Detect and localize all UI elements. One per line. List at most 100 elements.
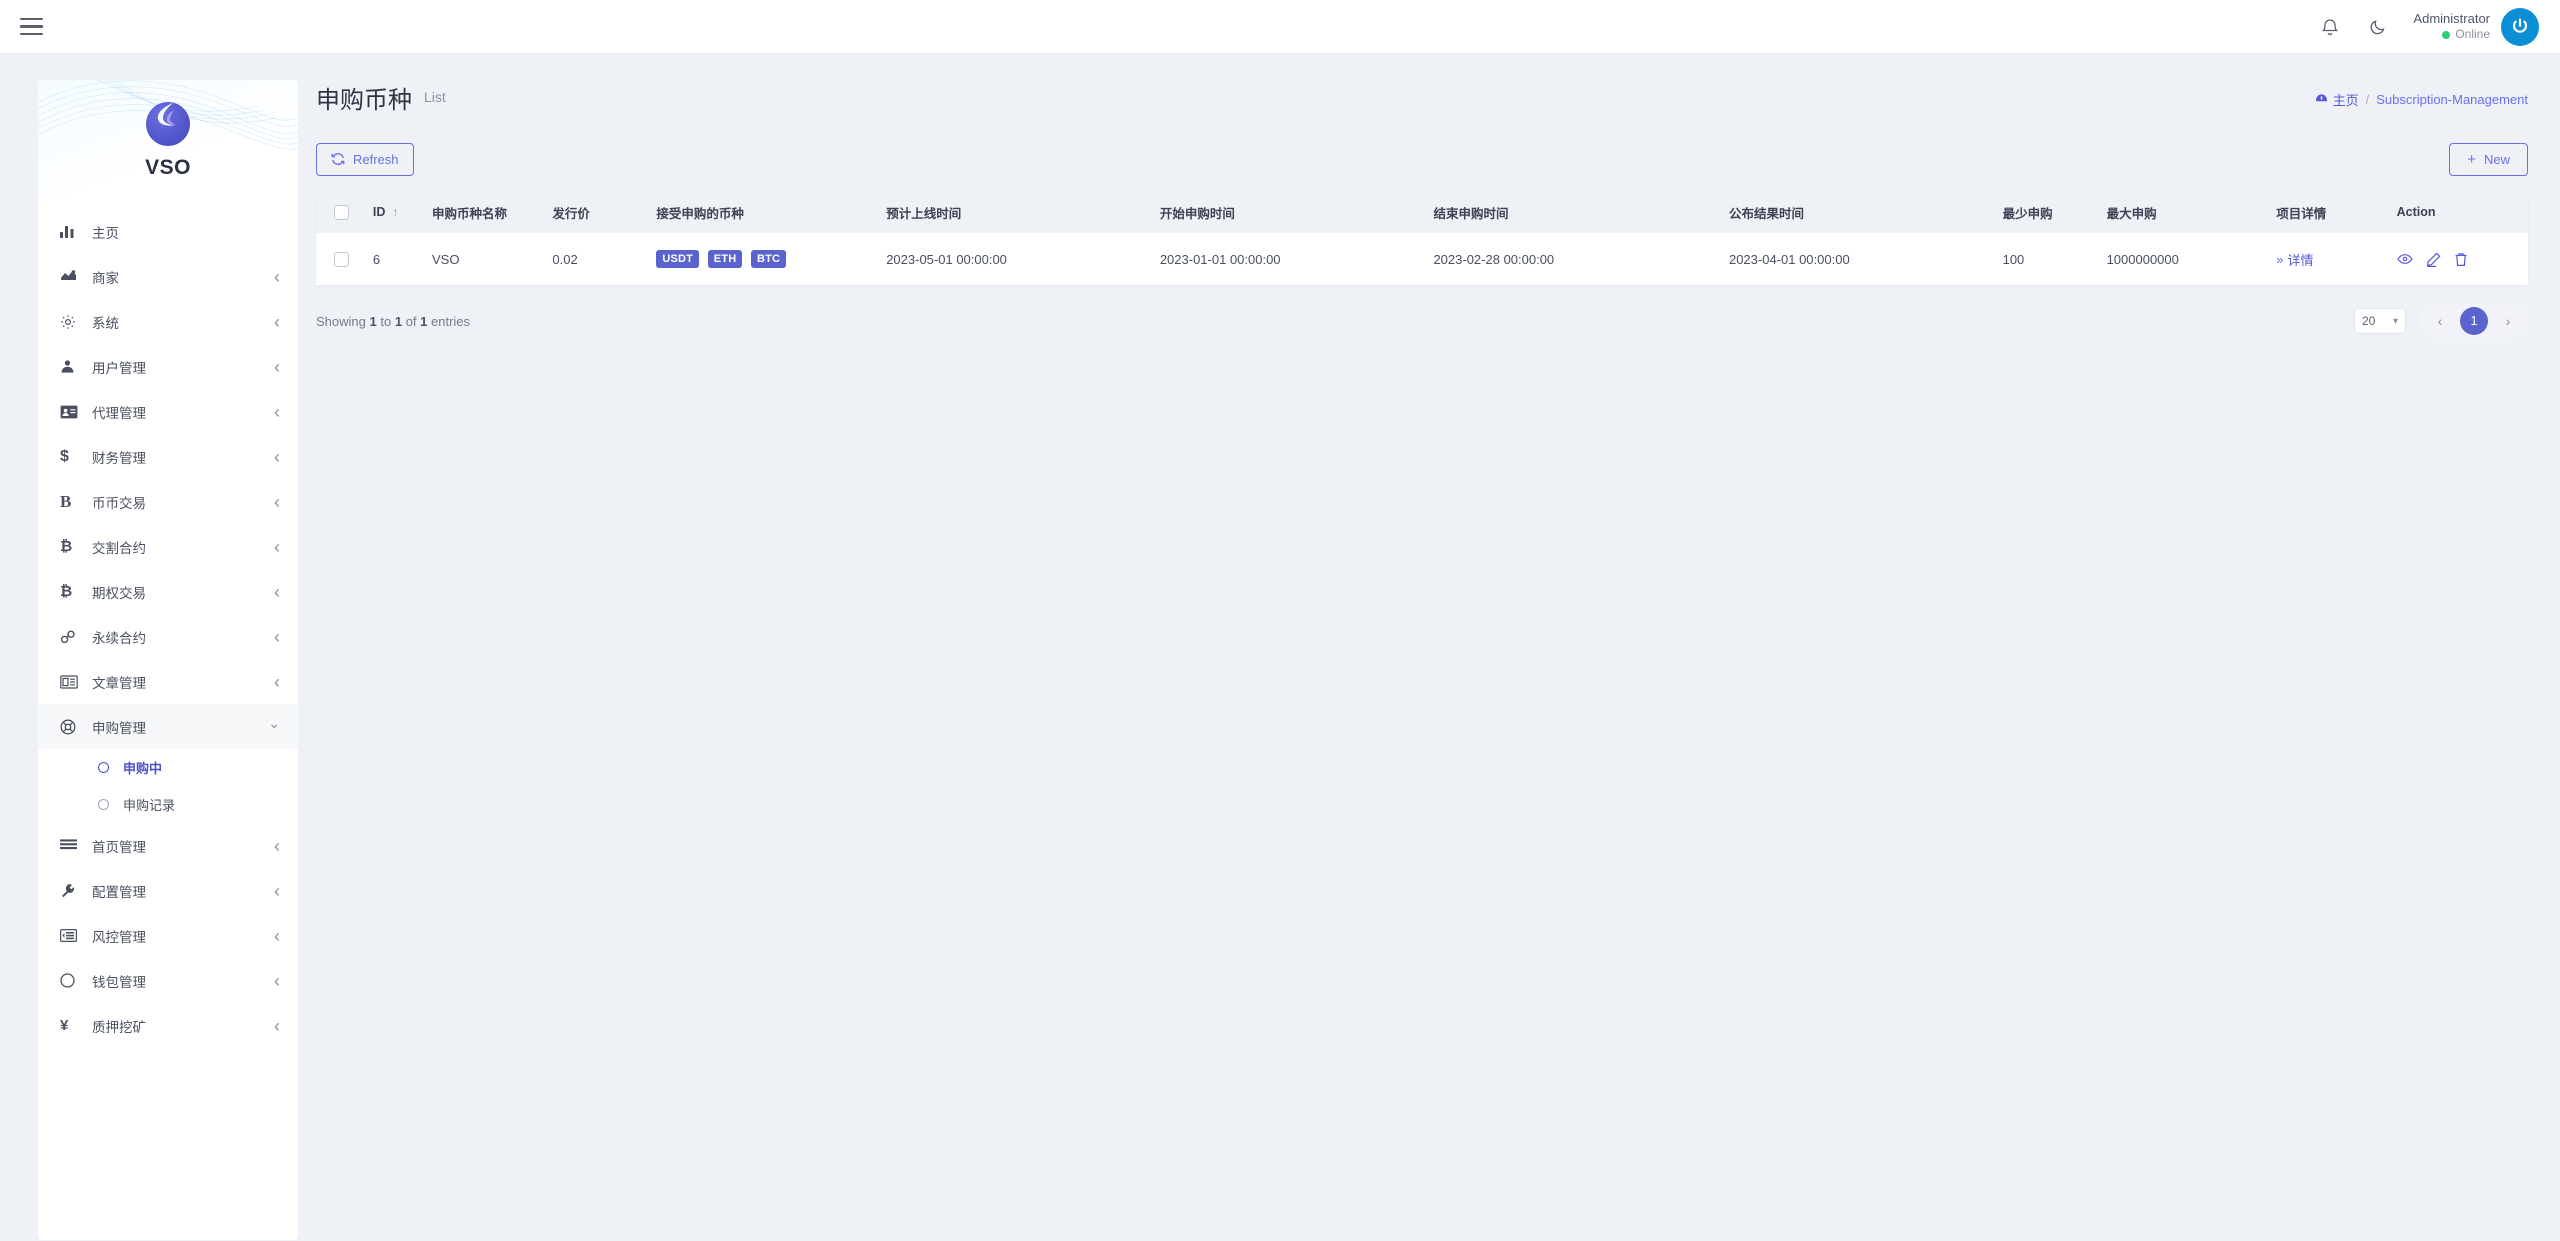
sidebar-item-article-management[interactable]: 文章管理 xyxy=(38,659,298,704)
sidebar-item-merchant[interactable]: 商家 xyxy=(38,254,298,299)
cell-end-time: 2023-02-28 00:00:00 xyxy=(1433,251,1555,267)
sidebar-item-label: 系统 xyxy=(92,315,119,331)
breadcrumb-current: Subscription-Management xyxy=(2376,92,2528,107)
column-label: ID xyxy=(372,205,386,219)
wrench-icon xyxy=(60,881,86,901)
project-detail-link[interactable]: » 详情 xyxy=(2276,250,2313,269)
entries-word: entries xyxy=(431,313,471,329)
column-header-coin-name: 申购币种名称 xyxy=(432,206,508,221)
sidebar-subitem-subscription-records[interactable]: 申购记录 xyxy=(38,786,298,823)
refresh-button[interactable]: Refresh xyxy=(316,142,414,176)
sidebar-item-finance-management[interactable]: $ 财务管理 xyxy=(38,434,298,479)
sidebar-item-perpetual-contract[interactable]: 永续合约 xyxy=(38,614,298,659)
column-header-id[interactable]: ID ↑ xyxy=(373,191,432,233)
chevron-left-icon xyxy=(274,268,280,286)
view-icon[interactable] xyxy=(2396,252,2413,266)
entries-from: 1 xyxy=(369,313,377,329)
chevron-left-icon xyxy=(274,448,280,466)
sidebar-item-label: 风控管理 xyxy=(92,929,146,945)
sidebar: VSO 主页 商家 ‹ 系统 ‹ 用户管理 ‹ 代理管理 ‹ $ 财务管理 ‹ … xyxy=(38,80,298,1240)
moon-icon[interactable] xyxy=(2365,14,2391,40)
page-header: 申购币种 List 主页 / Subscription-Management xyxy=(316,80,2528,126)
chevron-left-icon xyxy=(274,493,280,511)
sidebar-item-label: 质押挖矿 xyxy=(92,1019,146,1035)
letter-b-icon: B xyxy=(60,491,72,511)
sidebar-item-label: 配置管理 xyxy=(92,884,146,900)
page-number-1[interactable]: 1 xyxy=(2460,307,2488,335)
table-footer: Showing 1 to 1 of 1 entries 20 ▾ ‹ 1 › xyxy=(316,304,2528,338)
sidebar-subitem-label: 申购记录 xyxy=(123,798,176,813)
chevron-left-icon xyxy=(274,628,280,646)
sidebar-item-wallet-management[interactable]: 钱包管理 xyxy=(38,958,298,1003)
chevron-left-icon xyxy=(274,927,280,945)
cell-result-time: 2023-04-01 00:00:00 xyxy=(1728,251,1850,267)
column-header-issue-price: 发行价 xyxy=(552,206,590,221)
chevron-down-icon: ▾ xyxy=(2392,315,2398,327)
sidebar-item-homepage-management[interactable]: 首页管理 xyxy=(38,823,298,868)
cell-max-amount: 1000000000 xyxy=(2106,251,2179,267)
table-row[interactable]: 6 VSO 0.02 USDT ETH BTC 2023-05-01 00:00… xyxy=(316,233,2528,285)
topbar-right-cluster: Administrator Online xyxy=(2317,0,2560,53)
column-header-expected-online-time: 预计上线时间 xyxy=(886,206,962,221)
row-checkbox[interactable] xyxy=(334,252,349,268)
new-button[interactable]: + New xyxy=(2449,142,2528,176)
bell-icon[interactable] xyxy=(2317,14,2343,40)
risk-icon xyxy=(60,926,86,946)
refresh-button-label: Refresh xyxy=(353,151,399,167)
sidebar-item-delivery-contract[interactable]: ₿ 交割合约 xyxy=(38,524,298,569)
article-icon xyxy=(60,672,86,692)
coin-badge-eth: ETH xyxy=(707,250,743,268)
of-word: of xyxy=(405,313,417,329)
user-status-label: Online xyxy=(2455,27,2490,42)
logo-swoosh xyxy=(157,103,176,126)
sidebar-item-home[interactable]: 主页 xyxy=(38,209,298,254)
table-card: ID ↑ 申购币种名称 发行价 接受申购的币种 预计上线时间 开始申购时间 结束… xyxy=(316,191,2528,285)
page-subtitle: List xyxy=(424,89,446,105)
sidebar-item-system[interactable]: 系统 xyxy=(38,299,298,344)
sidebar-item-option-trade[interactable]: ₿ 期权交易 xyxy=(38,569,298,614)
user-status: Online xyxy=(2413,27,2490,42)
edit-icon[interactable] xyxy=(2426,252,2441,267)
hamburger-icon[interactable] xyxy=(20,13,48,41)
sidebar-item-config-management[interactable]: 配置管理 xyxy=(38,868,298,913)
select-all-checkbox[interactable] xyxy=(334,204,349,220)
column-header-action: Action xyxy=(2396,205,2436,219)
logo-icon xyxy=(146,102,190,146)
sidebar-subitem-subscribing[interactable]: 申购中 xyxy=(38,749,298,786)
entries-total: 1 xyxy=(420,313,428,329)
sidebar-item-staking-mining[interactable]: ¥ 质押挖矿 xyxy=(38,1003,298,1048)
entries-to: 1 xyxy=(394,313,403,329)
sidebar-item-user-management[interactable]: 用户管理 xyxy=(38,344,298,389)
cell-accepted-coins: USDT ETH BTC xyxy=(656,233,886,285)
sidebar-item-coin-trade[interactable]: B 币币交易 xyxy=(38,479,298,524)
toolbar: Refresh + New xyxy=(316,139,2528,179)
merchant-icon xyxy=(60,267,86,287)
next-page-button[interactable]: › xyxy=(2496,309,2520,333)
row-action-group xyxy=(2396,252,2528,267)
prev-page-button[interactable]: ‹ xyxy=(2428,309,2452,333)
table-header-row: ID ↑ 申购币种名称 发行价 接受申购的币种 预计上线时间 开始申购时间 结束… xyxy=(316,191,2528,233)
table-head: ID ↑ 申购币种名称 发行价 接受申购的币种 预计上线时间 开始申购时间 结束… xyxy=(316,191,2528,233)
cell-start-time: 2023-01-01 00:00:00 xyxy=(1159,251,1281,267)
delete-icon[interactable] xyxy=(2454,252,2468,267)
dashboard-icon xyxy=(2315,94,2327,102)
avatar[interactable] xyxy=(2502,8,2538,45)
sidebar-item-agent-management[interactable]: 代理管理 xyxy=(38,389,298,434)
dollar-icon: $ xyxy=(60,447,69,465)
radio-circle-icon xyxy=(98,762,109,773)
user-menu[interactable]: Administrator Online xyxy=(2413,8,2538,45)
bitcoin-icon: ₿ xyxy=(60,583,73,600)
cell-expected-online-time: 2023-05-01 00:00:00 xyxy=(886,251,1007,267)
row-select-cell xyxy=(316,233,373,285)
page-title: 申购币种 xyxy=(316,87,412,114)
sidebar-item-subscription-management[interactable]: 申购管理 xyxy=(38,704,298,749)
chevron-left-icon xyxy=(274,403,280,421)
page-size-select[interactable]: 20 ▾ xyxy=(2354,308,2406,334)
user-text: Administrator Online xyxy=(2413,11,2490,42)
breadcrumb-home[interactable]: 主页 xyxy=(2315,90,2359,109)
brand-name: VSO xyxy=(145,156,191,179)
refresh-icon xyxy=(331,153,345,165)
brand[interactable]: VSO xyxy=(38,102,298,180)
sidebar-item-risk-management[interactable]: 风控管理 xyxy=(38,913,298,958)
chevron-left-icon xyxy=(274,882,280,900)
